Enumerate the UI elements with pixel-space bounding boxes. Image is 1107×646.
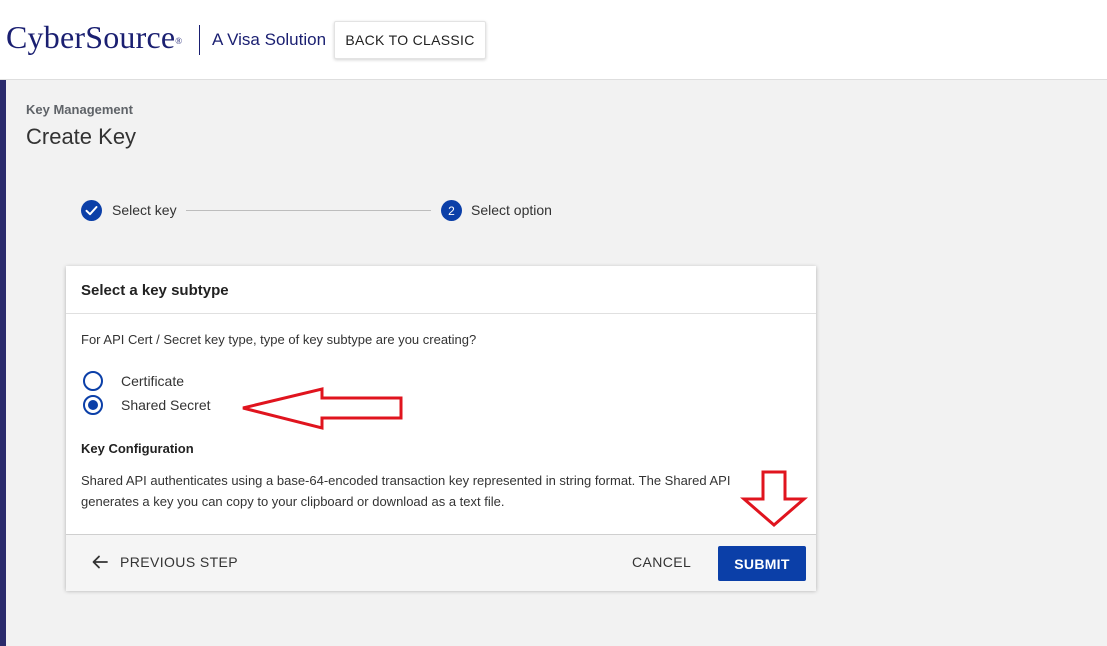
arrow-left-icon bbox=[92, 555, 108, 569]
step-label-select-key: Select key bbox=[112, 202, 177, 218]
radio-button-certificate[interactable] bbox=[83, 371, 103, 391]
logo-text: CyberSource bbox=[6, 19, 176, 55]
left-accent-bar bbox=[0, 80, 6, 646]
page-title: Create Key bbox=[26, 124, 137, 149]
stepper: Select key 2 Select option bbox=[81, 200, 561, 222]
card-footer: PREVIOUS STEP CANCEL SUBMIT bbox=[66, 534, 816, 591]
logo-tagline: A Visa Solution bbox=[212, 30, 327, 49]
breadcrumb[interactable]: Key Management bbox=[26, 102, 133, 117]
radio-label-certificate: Certificate bbox=[121, 373, 185, 389]
red-left-arrow-icon bbox=[242, 387, 403, 430]
card-header: Select a key subtype bbox=[66, 266, 816, 314]
radio-option-certificate[interactable]: Certificate bbox=[83, 371, 184, 391]
main-content: Key Management Create Key Select key 2 S… bbox=[0, 80, 1107, 646]
key-configuration-title: Key Configuration bbox=[81, 441, 194, 456]
red-down-arrow-icon bbox=[740, 470, 808, 527]
radio-option-shared-secret[interactable]: Shared Secret bbox=[83, 395, 211, 415]
key-configuration-text: Shared API authenticates using a base-64… bbox=[81, 473, 731, 509]
previous-step-label: PREVIOUS STEP bbox=[120, 554, 239, 570]
top-bar: CyberSource® A Visa Solution BACK TO CLA… bbox=[0, 0, 1107, 80]
back-to-classic-button[interactable]: BACK TO CLASSIC bbox=[334, 21, 486, 59]
radio-label-shared-secret: Shared Secret bbox=[121, 397, 211, 413]
logo-divider bbox=[199, 25, 200, 55]
submit-button[interactable]: SUBMIT bbox=[718, 546, 806, 581]
cancel-button[interactable]: CANCEL bbox=[632, 554, 691, 570]
step-label-select-option: Select option bbox=[471, 202, 552, 218]
card-title: Select a key subtype bbox=[81, 282, 229, 299]
step-number-circle: 2 bbox=[441, 200, 462, 221]
registered-mark: ® bbox=[175, 36, 183, 46]
subtype-question: For API Cert / Secret key type, type of … bbox=[81, 332, 477, 347]
radio-button-shared-secret[interactable] bbox=[83, 395, 103, 415]
step-connector-line bbox=[186, 210, 431, 211]
previous-step-button[interactable]: PREVIOUS STEP bbox=[92, 554, 238, 570]
cybersource-logo[interactable]: CyberSource® bbox=[6, 17, 182, 57]
check-icon bbox=[85, 206, 98, 216]
key-subtype-card: Select a key subtype For API Cert / Secr… bbox=[66, 266, 816, 591]
step-completed-circle bbox=[81, 200, 102, 221]
